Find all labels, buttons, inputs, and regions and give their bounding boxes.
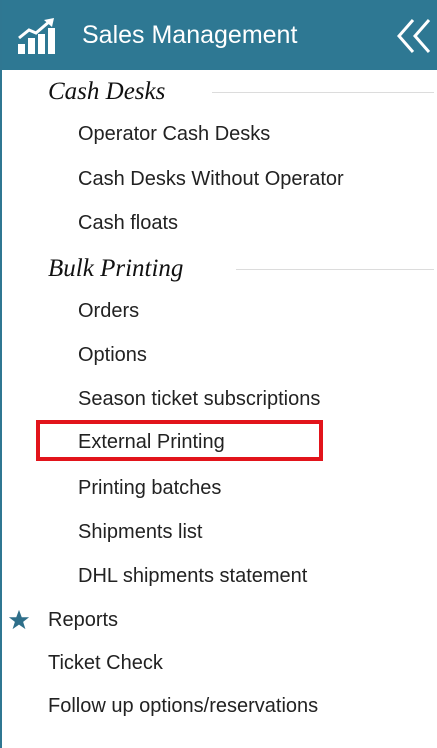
menu-item-ticket-check[interactable]: Ticket Check <box>48 650 163 676</box>
menu-item-orders[interactable]: Orders <box>78 298 139 324</box>
menu-item-cash-floats[interactable]: Cash floats <box>78 210 178 236</box>
section-title-bulk-printing: Bulk Printing <box>48 255 184 282</box>
sales-management-panel: Sales Management Cash Desks Operator Cas… <box>0 0 437 748</box>
bar-chart-growth-icon <box>18 18 55 54</box>
section-divider <box>212 92 434 93</box>
menu-item-reports[interactable]: Reports <box>48 607 118 633</box>
menu-item-printing-batches[interactable]: Printing batches <box>78 475 221 501</box>
panel-header: Sales Management <box>2 0 437 70</box>
menu-item-operator-cash-desks[interactable]: Operator Cash Desks <box>78 121 270 147</box>
menu-item-follow-up-options-reservations[interactable]: Follow up options/reservations <box>48 693 318 719</box>
menu-item-shipments-list[interactable]: Shipments list <box>78 519 203 545</box>
star-icon <box>8 609 30 630</box>
menu-item-season-ticket-subscriptions[interactable]: Season ticket subscriptions <box>78 386 320 412</box>
menu-item-dhl-shipments-statement[interactable]: DHL shipments statement <box>78 563 307 589</box>
panel-title: Sales Management <box>82 21 298 49</box>
menu-item-cash-desks-without-operator[interactable]: Cash Desks Without Operator <box>78 166 344 192</box>
highlight-box <box>36 420 323 461</box>
section-title-cash-desks: Cash Desks <box>48 78 166 105</box>
section-divider <box>236 269 434 270</box>
double-chevron-left-icon[interactable] <box>391 16 437 56</box>
menu-item-options[interactable]: Options <box>78 342 147 368</box>
